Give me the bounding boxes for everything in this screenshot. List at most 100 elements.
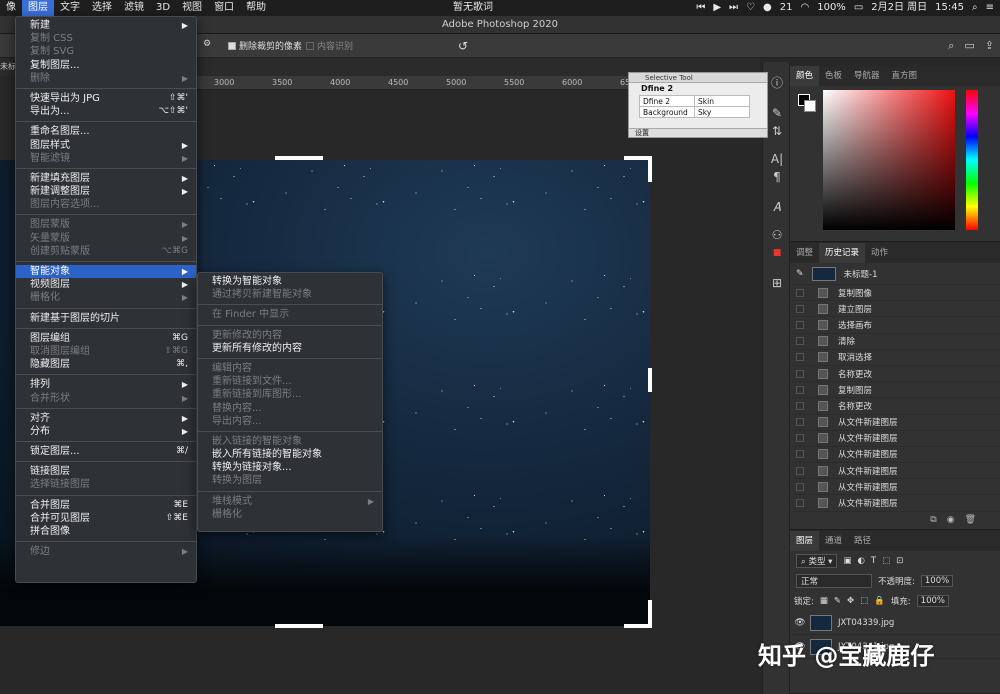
fill-input[interactable]: 100% [916, 595, 949, 607]
share-icon[interactable]: ⇪ [985, 39, 994, 53]
filter-pixel-icon[interactable]: ▣ [843, 556, 851, 566]
menu-item[interactable]: 分布 ▶ [16, 425, 196, 438]
panel-tab[interactable]: 动作 [865, 243, 894, 263]
history-item[interactable]: 名称更改 [790, 398, 1000, 415]
reset-icon[interactable]: ↺ [458, 39, 468, 53]
menu-item[interactable]: 图层样式 ▶ [16, 139, 196, 152]
panel-tab[interactable]: 历史记录 [819, 243, 866, 263]
menu-item[interactable]: 隐藏图层 ⌘, [16, 358, 196, 371]
menu-item[interactable]: 排列 ▶ [16, 378, 196, 391]
menu-item[interactable]: 快速导出为 JPG ⇧⌘' [16, 92, 196, 105]
hue-slider[interactable] [966, 90, 978, 230]
layer-row[interactable]: 👁 JXT04339.jpg [790, 611, 1000, 635]
history-item[interactable]: 取消选择 [790, 350, 1000, 366]
history-item[interactable]: 建立图层 [790, 301, 1000, 318]
table-row[interactable]: Dfine 2 Skin [639, 95, 750, 107]
menu-item[interactable]: 拼合图像 [16, 525, 196, 538]
color-field[interactable] [823, 90, 955, 230]
menubar-item[interactable]: 滤镜 [118, 0, 150, 16]
panel-tab[interactable]: 调整 [790, 243, 819, 263]
workspace-icon[interactable]: ▭ [964, 39, 974, 53]
history-item[interactable]: 从文件新建图层 [790, 479, 1000, 496]
menubar-item[interactable]: 视图 [176, 0, 208, 16]
history-checkbox[interactable] [796, 499, 804, 508]
menu-item[interactable]: 合并可见图层 ⇧⌘E [16, 512, 196, 525]
crop-handle-top[interactable] [275, 156, 323, 160]
menubar-item[interactable]: 选择 [86, 0, 118, 16]
history-checkbox[interactable] [796, 353, 804, 362]
wifi-icon[interactable]: ◠ [800, 0, 809, 16]
menu-item[interactable]: 新建填充图层 ▶ [16, 172, 196, 185]
paragraph-icon[interactable]: ¶ [763, 170, 791, 184]
menu-item[interactable]: 新建调整图层 ▶ [16, 185, 196, 198]
history-item[interactable]: 复制图像 [790, 285, 1000, 302]
menu-item[interactable]: 链接图层 [16, 465, 196, 478]
menubar-item[interactable]: 窗口 [208, 0, 240, 16]
search-icon[interactable]: ⌕ [948, 39, 954, 53]
lock-pixels-icon[interactable]: ▦ [820, 596, 828, 606]
menu-item[interactable]: 转换为链接对象... [198, 461, 382, 474]
eye-icon[interactable]: 👁 [790, 618, 810, 628]
menu-item[interactable]: 新建 ▶ [16, 19, 196, 32]
menu-item[interactable]: 锁定图层... ⌘/ [16, 445, 196, 458]
blend-mode-select[interactable]: 正常 [796, 574, 872, 588]
selective-tool-panel[interactable]: Selective Tool Dfine 2 Dfine 2 Skin Back… [628, 72, 768, 138]
menu-item[interactable]: 新建基于图层的切片 [16, 312, 196, 325]
history-checkbox[interactable] [796, 466, 804, 475]
panel-tab[interactable]: 图层 [790, 531, 820, 551]
menu-item[interactable]: 视频图层 ▶ [16, 278, 196, 291]
history-item[interactable]: 从文件新建图层 [790, 495, 1000, 512]
new-doc-icon[interactable]: ⧉ [930, 515, 936, 525]
history-item[interactable]: 清除 [790, 334, 1000, 350]
menu-item[interactable]: 复制图层... [16, 59, 196, 72]
crop-handle-right[interactable] [648, 368, 652, 392]
history-item[interactable]: 选择画布 [790, 317, 1000, 334]
next-track-icon[interactable]: ⏭ [729, 0, 738, 16]
crop-handle-bottom-right-h[interactable] [624, 624, 652, 628]
history-checkbox[interactable] [796, 288, 804, 297]
history-item[interactable]: 从文件新建图层 [790, 463, 1000, 480]
filter-adjust-icon[interactable]: ◐ [857, 556, 864, 566]
crop-handle-top-right-h[interactable] [624, 156, 652, 160]
filter-shape-icon[interactable]: ⬚ [882, 556, 890, 566]
history-item[interactable]: 从文件新建图层 [790, 431, 1000, 447]
menubar-item[interactable]: 帮助 [240, 0, 272, 16]
history-checkbox[interactable] [796, 337, 804, 346]
menu-item[interactable]: 导出为... ⌥⇧⌘' [16, 105, 196, 118]
panel-tab[interactable]: 直方图 [886, 66, 924, 86]
menu-item[interactable]: 合并图层 ⌘E [16, 499, 196, 512]
panel-tab[interactable]: 颜色 [790, 66, 820, 86]
lock-paint-icon[interactable]: ✎ [834, 596, 841, 606]
measure-icon[interactable]: ⊞ [763, 276, 791, 290]
menubar-item[interactable]: 3D [150, 0, 176, 16]
panel-tab[interactable]: 路径 [848, 531, 877, 551]
delete-cropped-checkbox[interactable] [228, 41, 236, 50]
heart-icon[interactable]: ♡ [746, 0, 755, 16]
menu-item[interactable]: 对齐 ▶ [16, 412, 196, 425]
glyph-icon[interactable]: 𝐴 [763, 200, 791, 215]
history-checkbox[interactable] [796, 418, 804, 427]
selective-tool-settings[interactable]: 设置 [629, 128, 767, 137]
lock-move-icon[interactable]: ✥ [847, 596, 854, 606]
gear-icon[interactable]: ⚙ [203, 39, 211, 49]
menubar-item[interactable]: 图层 [22, 0, 54, 16]
menubar-item[interactable]: 像 [0, 0, 22, 16]
prev-track-icon[interactable]: ⏮ [696, 0, 705, 16]
table-row[interactable]: Background Sky [639, 106, 750, 118]
trash-icon[interactable]: 🗑 [965, 515, 976, 525]
background-swatch[interactable] [804, 100, 816, 112]
history-item[interactable]: 从文件新建图层 [790, 447, 1000, 464]
history-item[interactable]: 名称更改 [790, 366, 1000, 383]
play-icon[interactable]: ▶ [713, 0, 721, 16]
menu-item[interactable]: 更新所有修改的内容 [198, 342, 382, 355]
history-checkbox[interactable] [796, 482, 804, 491]
menu-item[interactable]: 嵌入所有链接的智能对象 [198, 448, 382, 461]
search-icon[interactable]: ⌕ [972, 0, 978, 16]
history-checkbox[interactable] [796, 450, 804, 459]
control-center-icon[interactable]: ≡ [986, 0, 994, 16]
history-checkbox[interactable] [796, 304, 804, 313]
dfine-plugin-icon[interactable]: ■ [763, 248, 791, 258]
menubar-item[interactable]: 文字 [54, 0, 86, 16]
filter-smart-icon[interactable]: ⊡ [896, 556, 903, 566]
plugin-icon[interactable]: ⚇ [763, 228, 791, 242]
